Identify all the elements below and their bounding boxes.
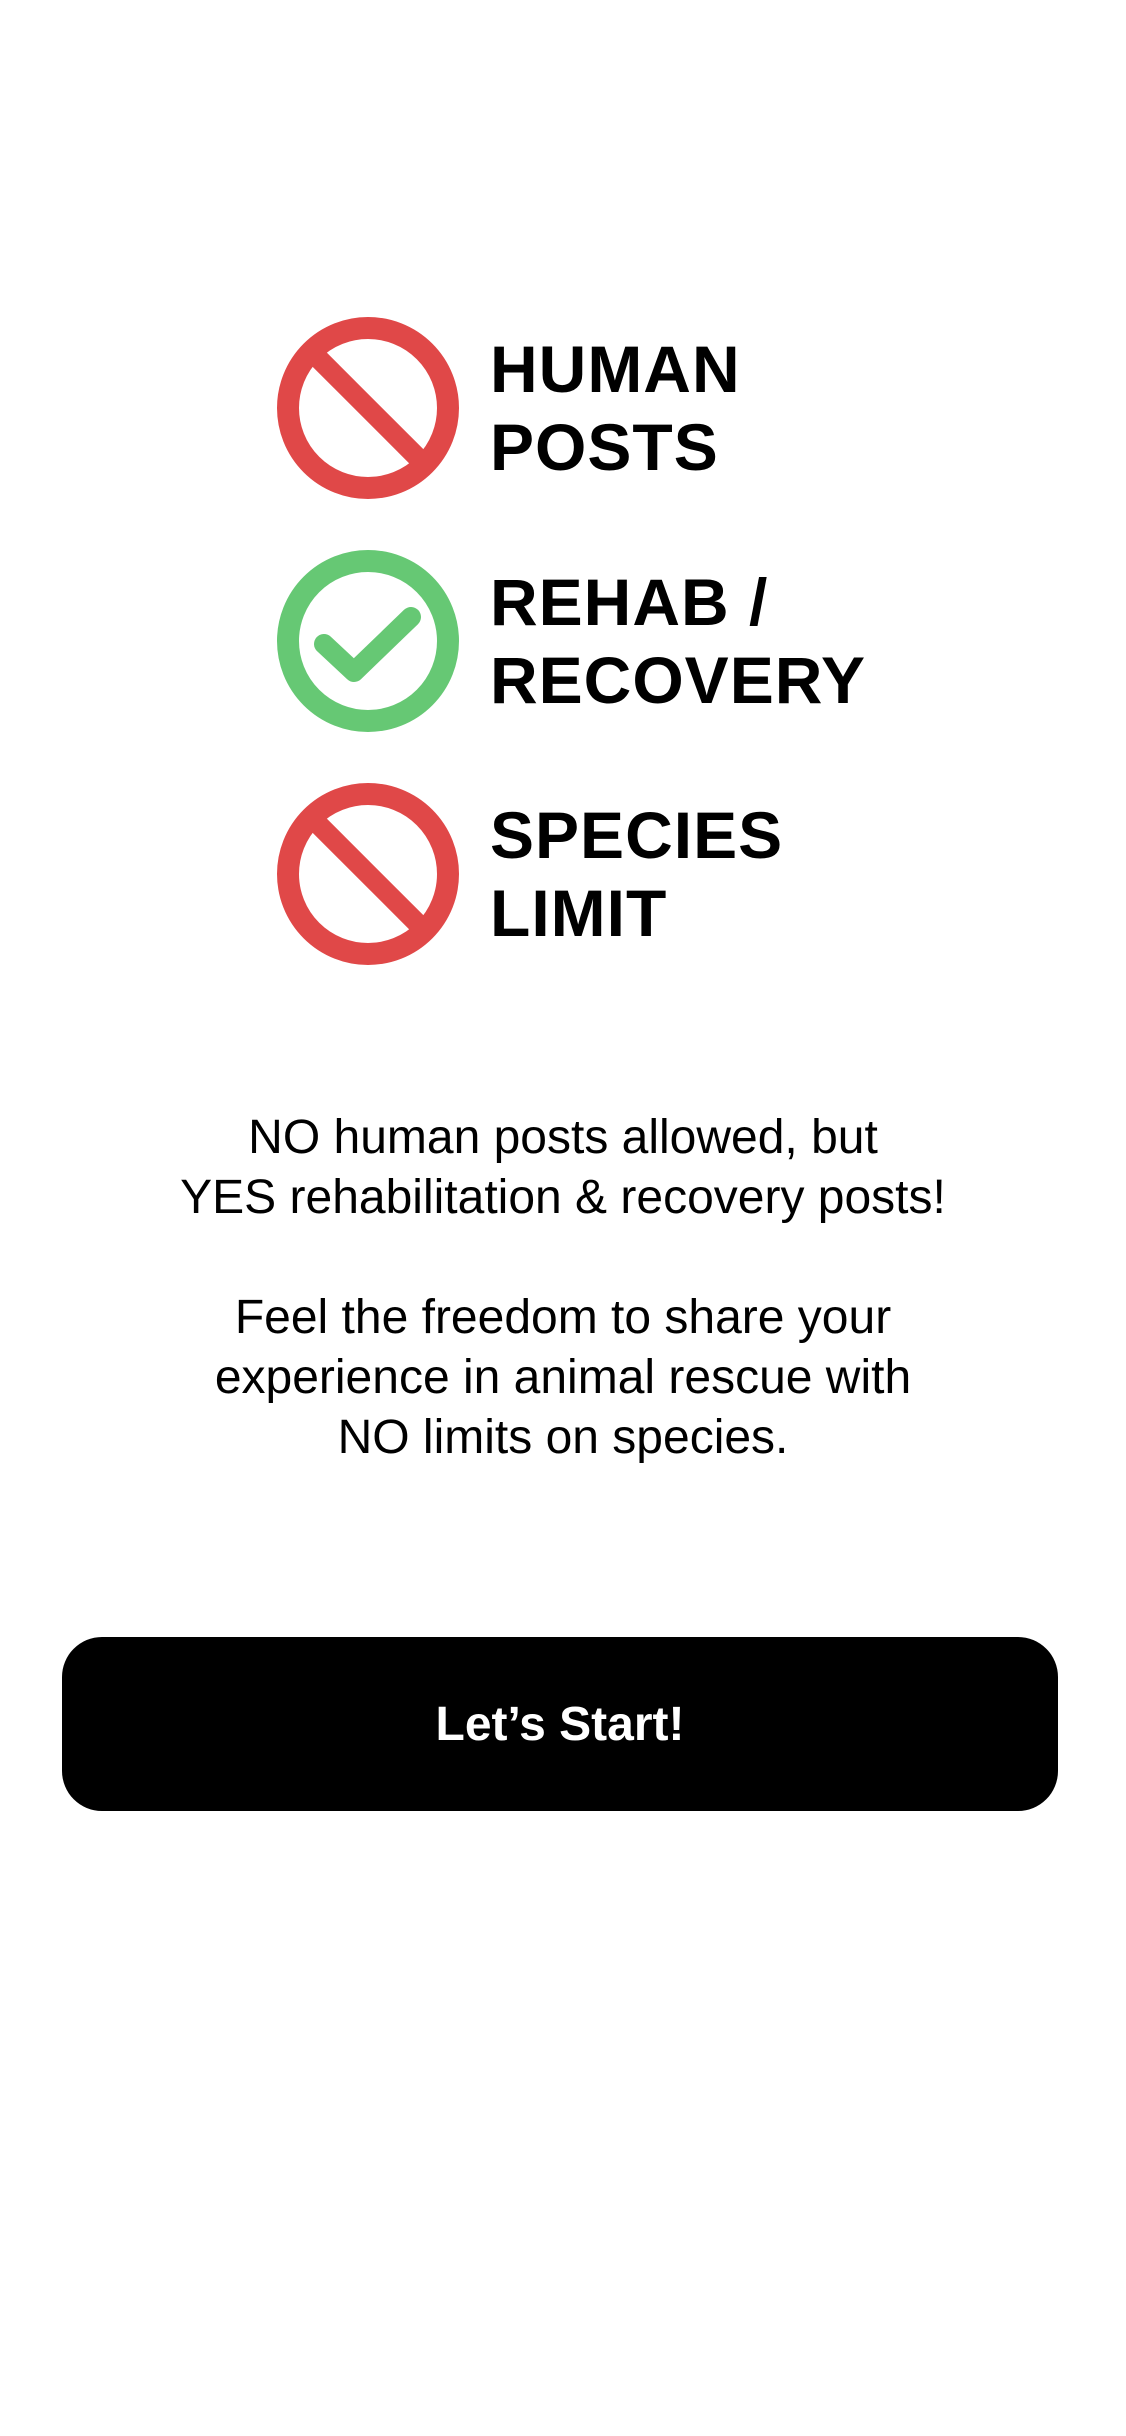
description-paragraph-2: Feel the freedom to share your experienc… — [60, 1288, 1066, 1468]
rule-label-line2: LIMIT — [490, 876, 668, 950]
description-line: NO human posts allowed, but — [248, 1111, 878, 1164]
rule-label-line2: POSTS — [490, 410, 719, 484]
description-paragraph-1: NO human posts allowed, but YES rehabili… — [60, 1108, 1066, 1228]
description-line: Feel the freedom to share your — [234, 1291, 892, 1344]
description-text: NO human posts allowed, but YES rehabili… — [60, 1108, 1066, 1468]
rules-list: HUMAN POSTS REHAB / RECOVERY SPECIES LIM… — [276, 316, 916, 966]
rule-label: SPECIES LIMIT — [490, 796, 783, 952]
description-line: NO limits on species. — [337, 1411, 789, 1464]
description-line: YES rehabilitation & recovery posts! — [180, 1171, 946, 1224]
rule-label-line1: SPECIES — [490, 798, 784, 872]
lets-start-button[interactable]: Let’s Start! — [62, 1637, 1058, 1811]
check-circle-icon — [276, 549, 460, 733]
rule-species-limit: SPECIES LIMIT — [276, 782, 916, 966]
rule-label: REHAB / RECOVERY — [490, 563, 866, 719]
rule-rehab-recovery: REHAB / RECOVERY — [276, 549, 916, 733]
rule-label: HUMAN POSTS — [490, 330, 741, 486]
rule-label-line1: HUMAN — [490, 332, 741, 406]
prohibited-icon — [276, 782, 460, 966]
rule-label-line1: REHAB / — [490, 565, 769, 639]
rule-human-posts: HUMAN POSTS — [276, 316, 916, 500]
description-line: experience in animal rescue with — [214, 1351, 912, 1404]
rule-label-line2: RECOVERY — [490, 643, 866, 717]
prohibited-icon — [276, 316, 460, 500]
